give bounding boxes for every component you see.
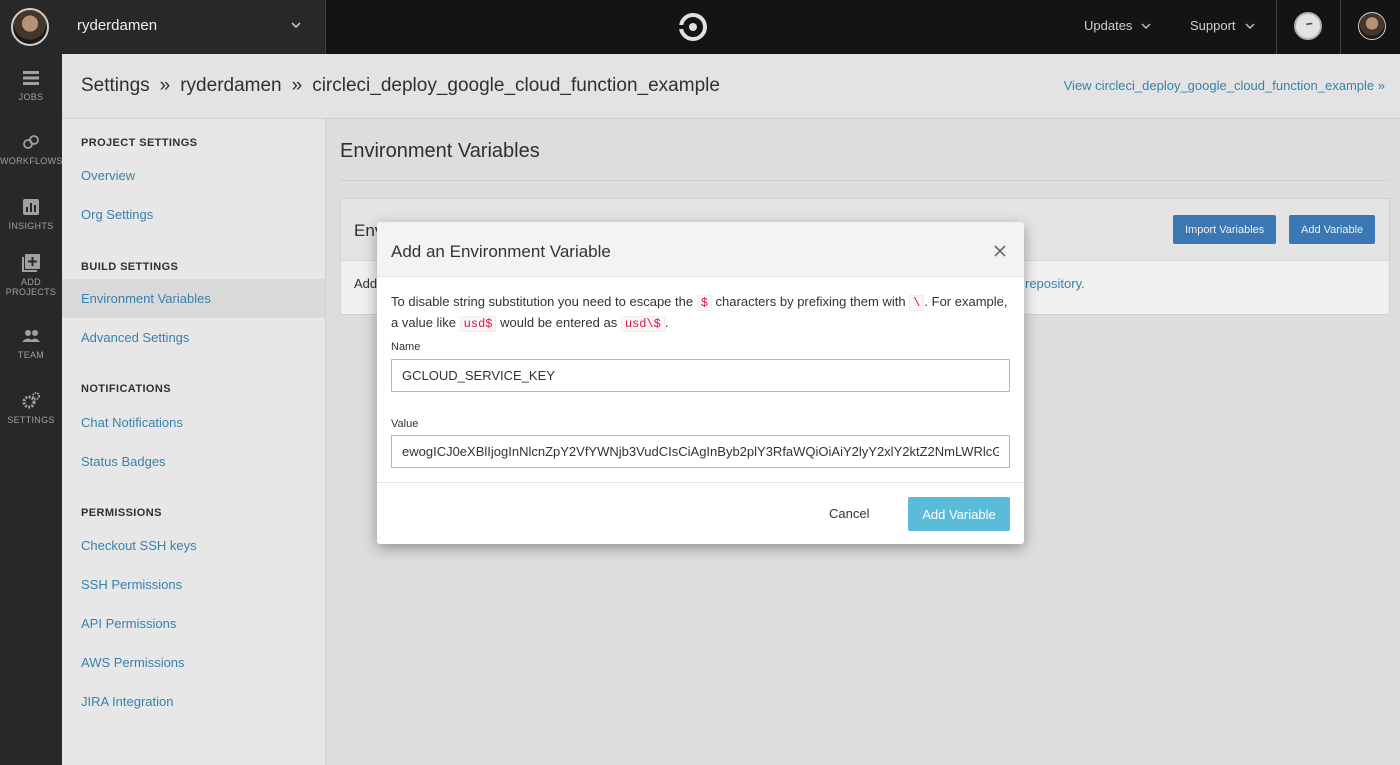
code-backslash: \ <box>909 295 925 311</box>
escape-instructions: To disable string substitution you need … <box>391 292 1011 334</box>
name-field[interactable] <box>391 359 1010 392</box>
code-usd-escaped: usd\$ <box>620 316 665 332</box>
dialog-title: Add an Environment Variable <box>391 242 611 261</box>
code-dollar: $ <box>696 295 712 311</box>
value-label: Value <box>391 418 419 430</box>
close-icon[interactable] <box>992 243 1008 259</box>
instructions-text: would be entered as <box>500 315 618 330</box>
add-env-var-dialog: Add an Environment Variable To disable s… <box>377 222 1024 544</box>
submit-add-variable-button[interactable]: Add Variable <box>908 497 1010 531</box>
instructions-text: characters by prefixing them with <box>715 294 906 309</box>
cancel-button[interactable]: Cancel <box>829 506 869 521</box>
value-field[interactable] <box>391 435 1010 468</box>
code-usd: usd$ <box>459 316 497 332</box>
name-label: Name <box>391 341 421 353</box>
instructions-text: To disable string substitution you need … <box>391 294 694 309</box>
dialog-header: Add an Environment Variable <box>377 222 1024 277</box>
instructions-text: . <box>664 315 669 330</box>
dialog-footer-divider <box>377 482 1024 483</box>
